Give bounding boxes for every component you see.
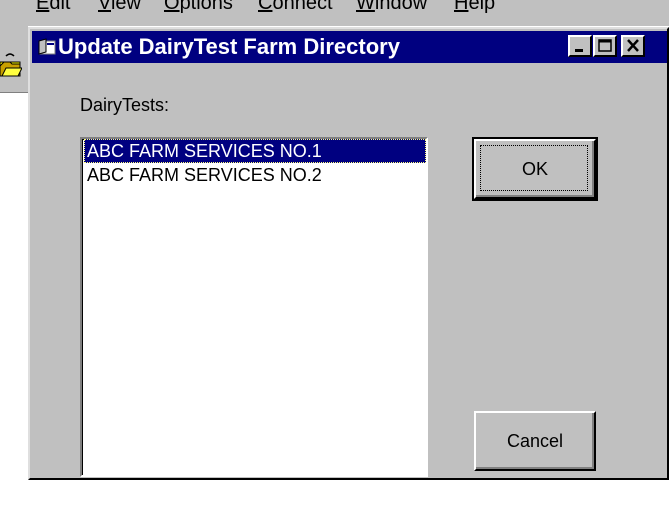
dialog-title: Update DairyTest Farm Directory: [58, 34, 400, 59]
menu-mnemonic: O: [164, 0, 180, 14]
menu-label-rest: iew: [110, 0, 141, 14]
menu-item-options[interactable]: Options: [164, 0, 233, 15]
focus-rectangle: [480, 145, 588, 191]
menu-mnemonic: C: [258, 0, 273, 14]
menu-item-help[interactable]: Help: [454, 0, 495, 15]
menu-label-rest: elp: [468, 0, 496, 14]
list-item[interactable]: ABC FARM SERVICES NO.2: [84, 163, 426, 187]
menu-mnemonic: W: [356, 0, 375, 14]
menu-label-rest: ptions: [179, 0, 233, 14]
menu-label-rest: dit: [49, 0, 71, 14]
dairytests-label: DairyTests:: [80, 95, 170, 115]
dairytests-listbox[interactable]: ABC FARM SERVICES NO.1 ABC FARM SERVICES…: [80, 137, 428, 477]
close-button[interactable]: [621, 35, 645, 57]
cancel-button-label: Cancel: [506, 430, 564, 451]
parent-workspace: [0, 26, 28, 505]
menu-label-rest: indow: [374, 0, 428, 14]
open-folder-icon[interactable]: [0, 52, 23, 86]
window-app-icon[interactable]: [38, 38, 58, 56]
ok-button[interactable]: OK: [472, 137, 598, 201]
update-directory-dialog: Update DairyTest Farm Directory DairyTes…: [28, 27, 669, 480]
close-icon: [627, 39, 639, 52]
menu-mnemonic: V: [98, 0, 111, 14]
maximize-icon: [598, 39, 612, 52]
minimize-icon: [575, 49, 583, 52]
parent-statusarea: [0, 480, 669, 505]
dialog-titlebar[interactable]: Update DairyTest Farm Directory: [32, 31, 667, 63]
menu-item-view[interactable]: View: [98, 0, 141, 15]
cancel-button[interactable]: Cancel: [474, 411, 596, 471]
maximize-button[interactable]: [593, 35, 617, 57]
menu-mnemonic: E: [36, 0, 50, 14]
list-item[interactable]: ABC FARM SERVICES NO.1: [84, 139, 426, 163]
menu-item-connect[interactable]: Connect: [258, 0, 333, 15]
menu-mnemonic: H: [454, 0, 469, 14]
menu-label-rest: onnect: [272, 0, 333, 14]
minimize-button[interactable]: [568, 35, 592, 57]
menu-item-edit[interactable]: Edit: [36, 0, 70, 15]
menu-item-window[interactable]: Window: [356, 0, 427, 15]
parent-menubar: : Edit View Options Connect Window Help: [0, 0, 669, 26]
screen: : Edit View Options Connect Window Help: [0, 0, 669, 505]
